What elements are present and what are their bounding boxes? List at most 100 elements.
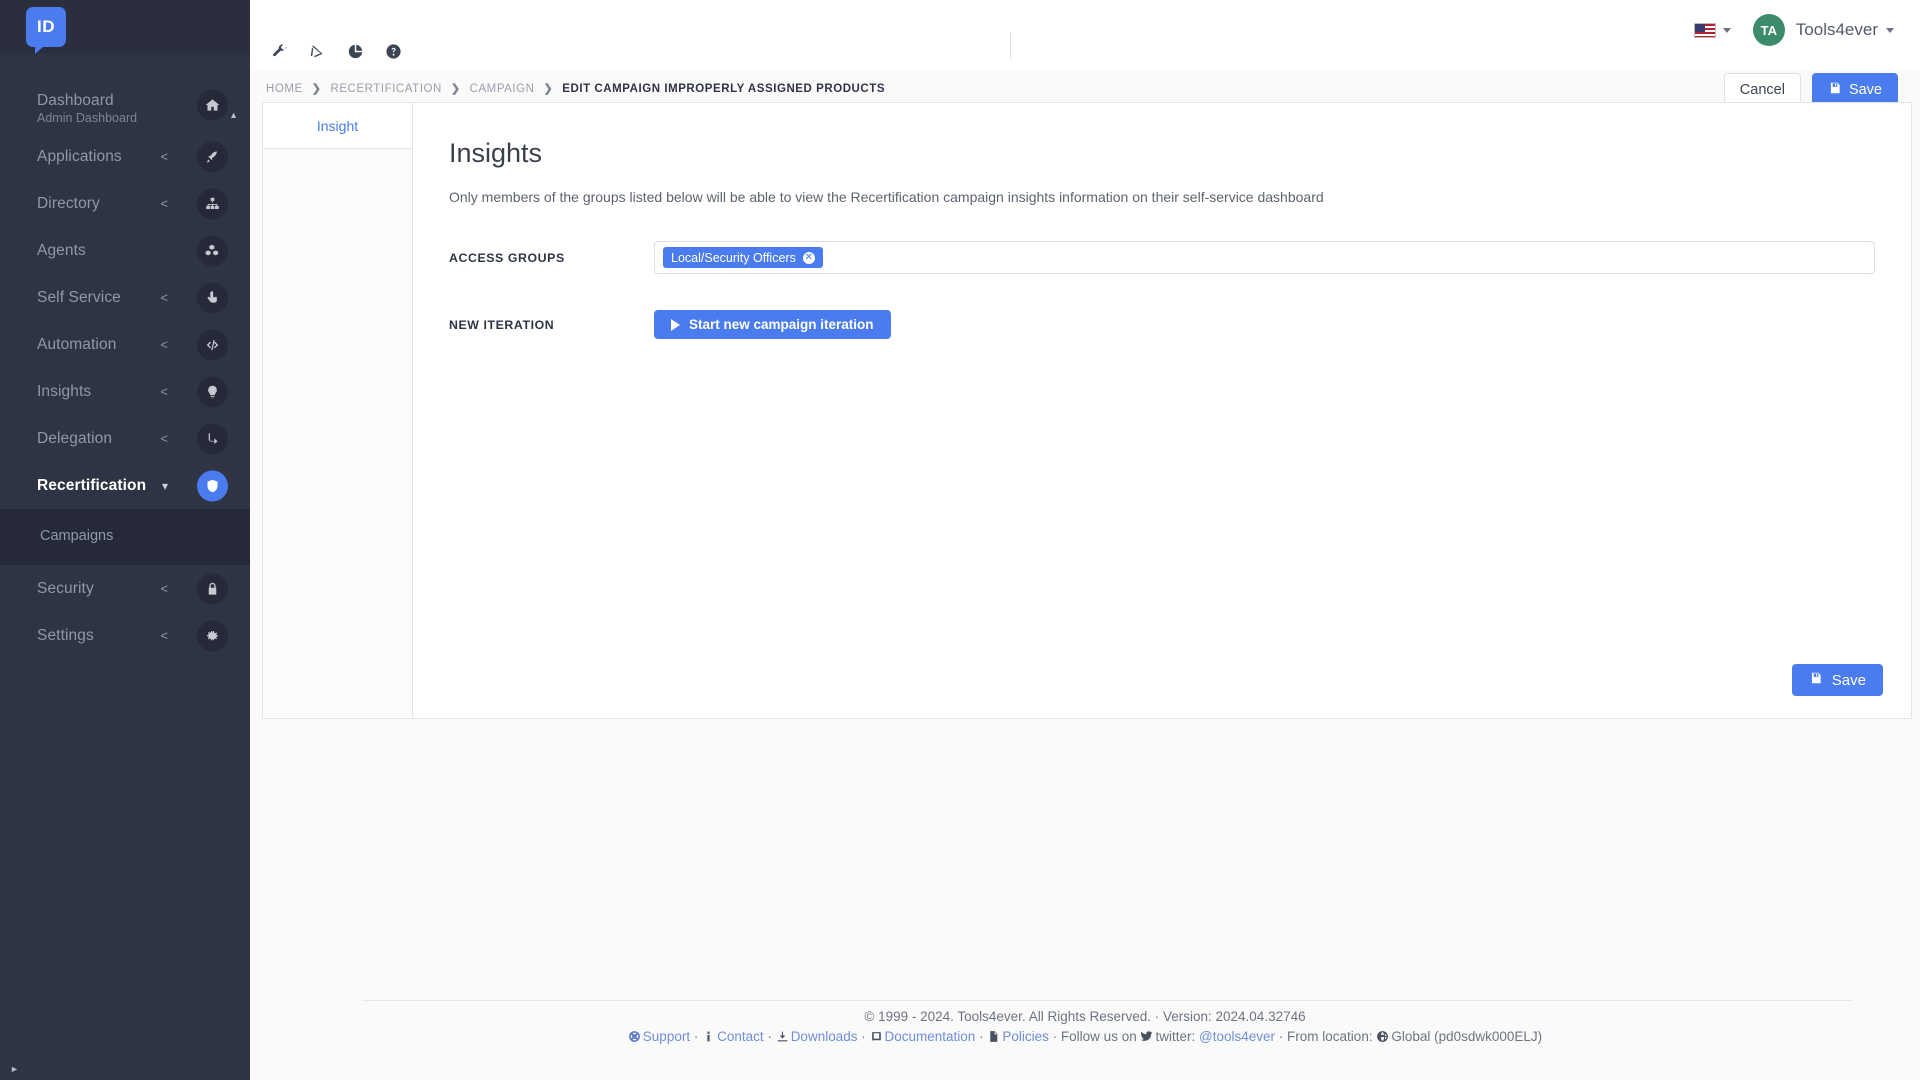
sidebar: ID ▲ Dashboard Admin Dashboard Applicati… — [0, 0, 250, 1080]
caret-down-icon: ► — [10, 1064, 19, 1074]
home-icon — [197, 89, 228, 121]
rocket-icon — [197, 141, 228, 172]
info-icon — [702, 1028, 715, 1049]
wrench-icon[interactable] — [260, 38, 298, 64]
app-logo-text: ID — [37, 16, 55, 36]
sidebar-item-label: Self Service — [37, 288, 121, 306]
sidebar-item-label: Delegation — [37, 429, 113, 447]
sidebar-item-applications[interactable]: Applications < — [0, 133, 250, 180]
book-icon — [870, 1028, 883, 1049]
sidebar-submenu-recertification: Campaigns — [0, 509, 250, 565]
footer-links: Support · Contact · Downloads · Document… — [250, 1026, 1920, 1049]
triangle-ruler-icon[interactable] — [298, 38, 336, 64]
sidebar-item-agents[interactable]: Agents — [0, 227, 250, 274]
user-chevron-down-icon[interactable] — [1886, 27, 1894, 33]
top-bar-divider — [1010, 32, 1011, 59]
panel-content: Insights Only members of the groups list… — [413, 103, 1911, 718]
question-circle-icon[interactable] — [374, 38, 412, 64]
sidebar-collapse-handle[interactable]: ► — [0, 1054, 250, 1080]
sidebar-item-dashboard[interactable]: Dashboard Admin Dashboard — [0, 77, 250, 133]
avatar[interactable]: TA — [1752, 14, 1785, 46]
sidebar-item-settings[interactable]: Settings < — [0, 612, 250, 659]
sidebar-item-delegation[interactable]: Delegation < — [0, 415, 250, 462]
sidebar-item-label: Settings — [37, 626, 94, 644]
chevron-left-icon: < — [160, 149, 168, 164]
footer-link-contact[interactable]: Contact — [717, 1029, 764, 1044]
floppy-disk-icon — [1809, 671, 1823, 689]
tab-insight[interactable]: Insight — [263, 103, 412, 149]
panel-save-button[interactable]: Save — [1791, 664, 1883, 696]
sidebar-item-security[interactable]: Security < — [0, 565, 250, 612]
sitemap-icon — [197, 188, 228, 219]
sidebar-item-insights[interactable]: Insights < — [0, 368, 250, 415]
remove-tag-icon[interactable]: ✕ — [802, 251, 815, 264]
breadcrumb-item-recertification[interactable]: RECERTIFICATION — [330, 83, 441, 95]
top-bar: TA Tools4ever — [250, 0, 1920, 70]
sidebar-item-recertification[interactable]: Recertification ▾ — [0, 462, 250, 509]
share-arrow-icon — [197, 423, 228, 454]
sidebar-item-label: Automation — [37, 335, 117, 353]
chevron-right-icon: ❯ — [311, 83, 322, 95]
sidebar-item-automation[interactable]: Automation < — [0, 321, 250, 368]
pie-chart-icon[interactable] — [336, 38, 374, 64]
play-icon — [671, 318, 680, 331]
access-group-tag: Local/Security Officers ✕ — [663, 247, 823, 268]
user-menu-label[interactable]: Tools4ever — [1796, 20, 1878, 40]
tab-column: Insight — [263, 103, 413, 718]
app-logo-icon[interactable]: ID — [26, 6, 66, 54]
avatar-initials: TA — [1760, 22, 1777, 38]
footer-link-policies[interactable]: Policies — [1002, 1029, 1049, 1044]
top-bar-icon-group — [260, 38, 412, 64]
access-groups-input[interactable]: Local/Security Officers ✕ — [654, 241, 1875, 274]
new-iteration-label: NEW ITERATION — [449, 317, 555, 332]
sidebar-item-directory[interactable]: Directory < — [0, 180, 250, 227]
access-group-tag-label: Local/Security Officers — [671, 250, 796, 265]
sidebar-subitem-campaigns[interactable]: Campaigns — [0, 523, 250, 549]
sidebar-item-self-service[interactable]: Self Service < — [0, 274, 250, 321]
breadcrumb-item-current: EDIT CAMPAIGN IMPROPERLY ASSIGNED PRODUC… — [562, 82, 886, 95]
chevron-left-icon: < — [160, 290, 168, 305]
access-groups-label: ACCESS GROUPS — [449, 250, 565, 265]
footer-location-text: From location: — [1287, 1029, 1373, 1044]
chevron-left-icon: < — [160, 581, 168, 596]
twitter-icon — [1140, 1028, 1153, 1049]
footer-sep: · — [1278, 1029, 1284, 1044]
file-icon — [987, 1028, 1000, 1049]
chevron-right-icon: ❯ — [543, 83, 554, 95]
footer-follow-text: Follow us on — [1060, 1029, 1137, 1044]
lifering-icon — [628, 1028, 641, 1049]
footer-link-support[interactable]: Support — [643, 1029, 690, 1044]
sidebar-item-label: Applications — [37, 147, 122, 165]
footer-sep: · — [979, 1029, 984, 1044]
page-title: Insights — [449, 138, 543, 168]
breadcrumb-item-campaign[interactable]: CAMPAIGN — [470, 83, 535, 95]
access-groups-row: ACCESS GROUPS Local/Security Officers ✕ — [449, 241, 1875, 274]
cancel-button-label: Cancel — [1739, 82, 1785, 98]
sidebar-nav: Dashboard Admin Dashboard Applications <… — [0, 53, 250, 659]
breadcrumb: HOME ❯ RECERTIFICATION ❯ CAMPAIGN ❯ EDIT… — [266, 82, 886, 96]
sidebar-item-label: Insights — [37, 382, 92, 400]
download-icon — [776, 1028, 789, 1049]
footer: © 1999 - 2024. Tools4ever. All Rights Re… — [250, 990, 1920, 1080]
start-new-campaign-iteration-button[interactable]: Start new campaign iteration — [654, 310, 891, 339]
code-icon — [197, 329, 228, 360]
shield-icon — [197, 470, 228, 501]
lock-icon — [197, 573, 228, 604]
cubes-icon — [197, 235, 228, 266]
sidebar-logo-area: ID — [0, 0, 250, 54]
footer-link-documentation[interactable]: Documentation — [885, 1029, 976, 1044]
footer-link-twitter-handle[interactable]: @tools4ever — [1199, 1029, 1275, 1044]
footer-divider — [362, 1000, 1852, 1001]
top-bar-right: TA Tools4ever — [1693, 14, 1894, 46]
chevron-left-icon: < — [160, 431, 168, 446]
chevron-left-icon: < — [160, 628, 168, 643]
sidebar-item-label: Security — [37, 579, 94, 597]
breadcrumb-item-home[interactable]: HOME — [266, 83, 303, 95]
footer-link-downloads[interactable]: Downloads — [791, 1029, 858, 1044]
chevron-right-icon: ❯ — [450, 83, 461, 95]
tab-insight-label: Insight — [316, 117, 359, 134]
content-panel: Insight Insights Only members of the gro… — [262, 102, 1912, 719]
language-chevron-down-icon[interactable] — [1722, 27, 1731, 33]
footer-sep: · — [861, 1029, 866, 1044]
language-flag-icon[interactable] — [1693, 22, 1716, 38]
